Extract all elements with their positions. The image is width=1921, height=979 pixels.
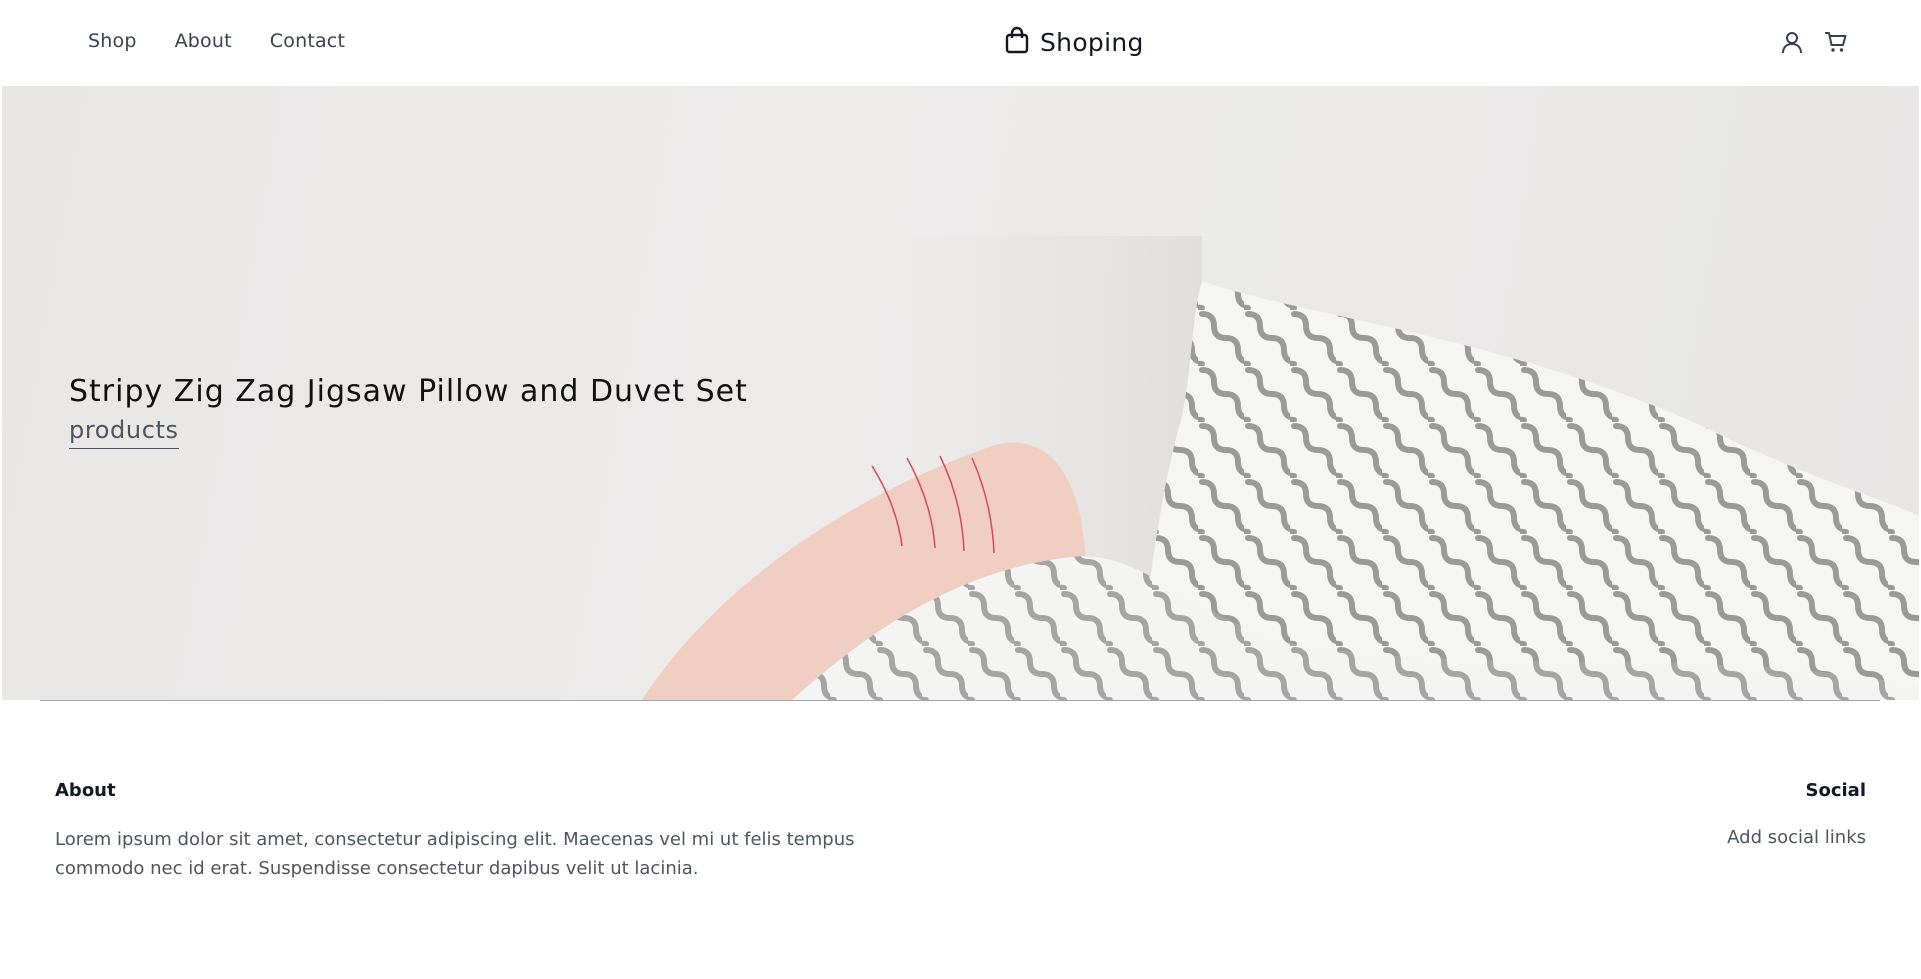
main-nav: Shop About Contact bbox=[88, 30, 345, 52]
nav-shop-link[interactable]: Shop bbox=[88, 30, 137, 52]
user-icon[interactable] bbox=[1780, 30, 1804, 54]
hero-products-link[interactable]: products bbox=[69, 416, 179, 449]
header-actions bbox=[1780, 30, 1848, 54]
hero-title: Stripy Zig Zag Jigsaw Pillow and Duvet S… bbox=[69, 374, 748, 410]
nav-about-link[interactable]: About bbox=[175, 30, 232, 52]
hero-banner: Stripy Zig Zag Jigsaw Pillow and Duvet S… bbox=[2, 86, 1919, 700]
shopping-bag-icon bbox=[1004, 26, 1030, 58]
cart-icon[interactable] bbox=[1824, 30, 1848, 54]
footer-about-text: Lorem ipsum dolor sit amet, consectetur … bbox=[55, 829, 855, 879]
brand-logo-link[interactable]: Shoping bbox=[1004, 26, 1144, 58]
footer-social-heading: Social bbox=[1805, 780, 1867, 801]
add-social-links-link[interactable]: Add social links bbox=[1727, 827, 1866, 848]
site-header: Shop About Contact Shoping bbox=[0, 0, 1921, 86]
nav-contact-link[interactable]: Contact bbox=[270, 30, 345, 52]
divider bbox=[40, 700, 1880, 701]
footer-about-heading: About bbox=[55, 780, 116, 801]
brand-name: Shoping bbox=[1040, 27, 1144, 57]
